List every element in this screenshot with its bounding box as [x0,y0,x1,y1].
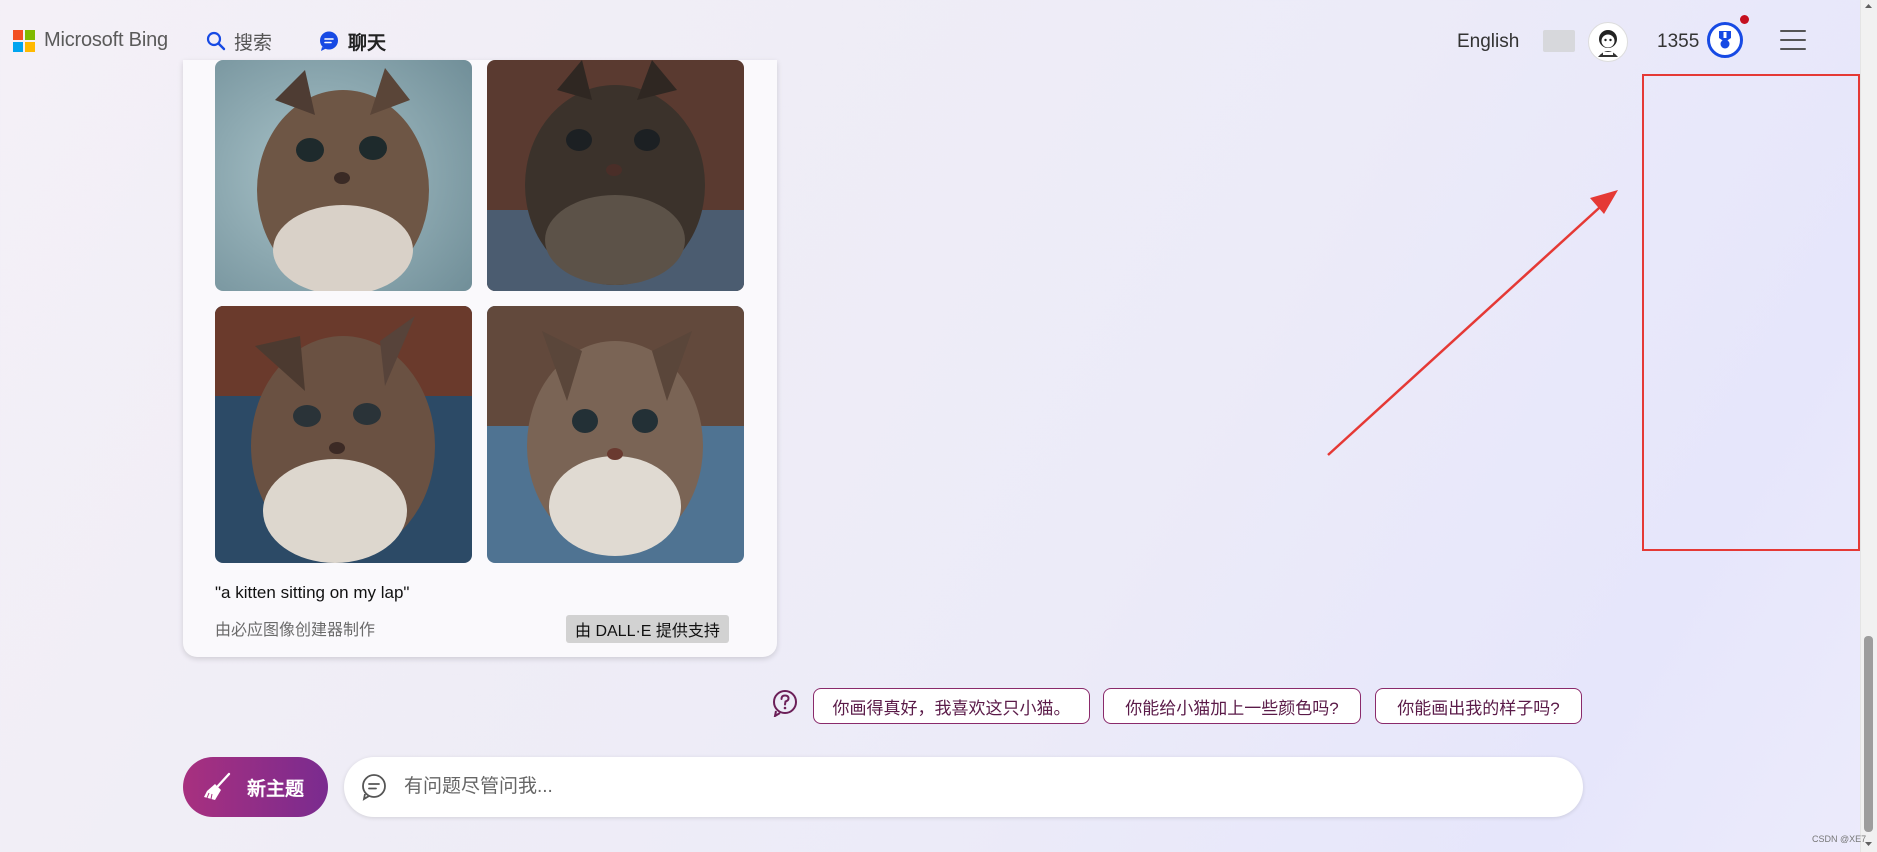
tab-search-label: 搜索 [234,32,273,54]
bing-logo[interactable]: Microsoft Bing [13,29,168,52]
chat-input[interactable] [402,775,1506,799]
avatar-image [1598,30,1618,57]
chat-bubble-outline-icon [362,774,386,801]
suggestion-chip-3[interactable]: 你能画出我的样子吗? [1375,688,1582,724]
suggestion-chip-1[interactable]: 你画得真好，我喜欢这只小猫。 [813,688,1090,724]
annotation-arrow-icon [1327,190,1618,456]
new-topic-label: 新主题 [247,778,305,800]
kitten-image-3[interactable] [215,306,472,563]
watermark: CSDN @XE7 [1812,834,1867,844]
notification-dot [1740,15,1749,24]
rewards-medal-icon[interactable] [1707,22,1743,58]
user-avatar[interactable] [1588,22,1628,62]
kitten-image-4[interactable] [487,306,744,563]
rewards-points[interactable]: 1355 [1657,31,1699,53]
kitten-image-2[interactable] [487,60,744,291]
suggestion-chip-2[interactable]: 你能给小猫加上一些颜色吗? [1103,688,1361,724]
hamburger-menu-icon[interactable] [1780,30,1806,50]
chat-bubble-icon [320,31,338,51]
broom-icon [204,772,231,800]
tab-chat[interactable]: 聊天 [318,26,386,56]
new-topic-button[interactable]: 新主题 [183,757,328,817]
image-creator-credit[interactable]: 由必应图像创建器制作 [215,616,375,640]
flag-icon[interactable] [1543,30,1575,52]
medal-icon [1719,31,1731,49]
tab-chat-label: 聊天 [348,32,387,54]
logo-text: Microsoft Bing [44,29,168,51]
chat-input-container[interactable] [344,757,1583,817]
question-bubble-icon [773,690,797,717]
microsoft-logo-icon [13,29,35,52]
kitten-image-1[interactable] [215,60,472,291]
dalle-badge: 由 DALL·E 提供支持 [566,615,729,643]
annotation-highlight-box [1642,74,1860,551]
scroll-up-arrow-icon[interactable] [1862,0,1875,12]
tab-search[interactable]: 搜索 [206,26,272,56]
image-prompt-caption: "a kitten sitting on my lap" [215,583,410,602]
search-icon [206,31,226,51]
language-toggle[interactable]: English [1457,31,1519,53]
scrollbar-thumb[interactable] [1864,636,1873,832]
